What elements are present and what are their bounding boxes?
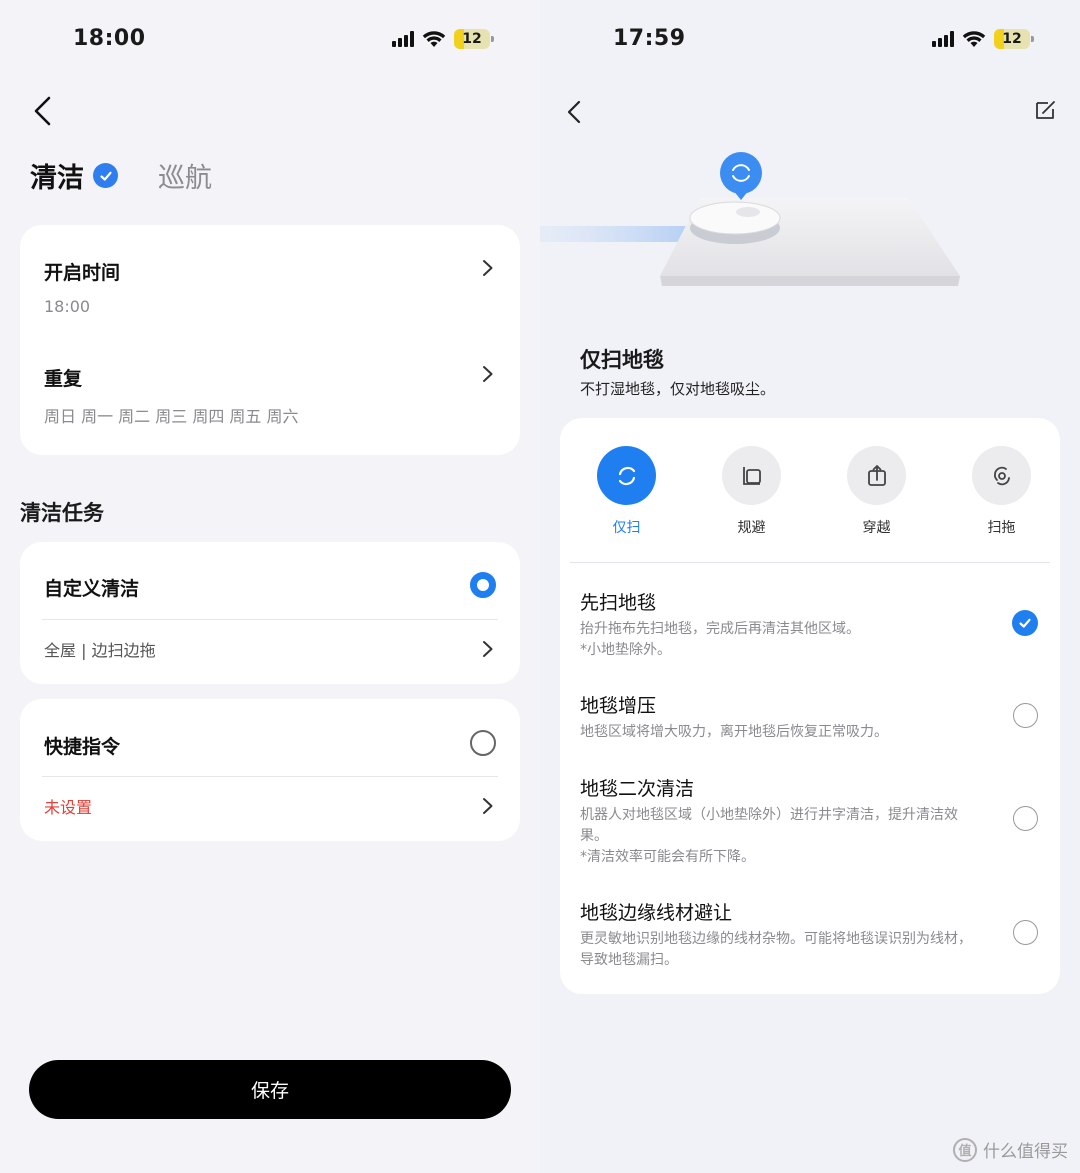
mode-tabs: 清洁 巡航 (30, 156, 212, 195)
tab-clean[interactable]: 清洁 (30, 156, 84, 195)
status-bar: 18:00 12 (0, 26, 540, 56)
mode-label: 仅扫 (612, 520, 641, 536)
option-title: 地毯增压 (580, 695, 657, 717)
chevron-right-icon (483, 366, 493, 382)
mode-label: 扫拖 (987, 520, 1016, 536)
mode-avoid[interactable]: 规避 (693, 446, 810, 537)
divider (42, 619, 498, 620)
mode-sweep-only[interactable]: 仅扫 (568, 446, 685, 537)
signal-icon (932, 31, 954, 47)
chevron-right-icon (483, 260, 493, 276)
back-icon[interactable] (564, 98, 586, 128)
start-time-value: 18:00 (44, 297, 91, 316)
option-description: 抬升拖布先扫地毯，完成后再清洁其他区域。 *小地垫除外。 (580, 621, 860, 658)
option-title: 地毯边缘线材避让 (580, 902, 733, 924)
section-title: 清洁任务 (20, 501, 104, 525)
status-time: 18:00 (73, 26, 146, 51)
status-bar: 17:59 12 (540, 26, 1080, 56)
repeat-row[interactable]: 重复 周日 周一 周二 周三 周四 周五 周六 (20, 330, 520, 455)
left-screen: 18:00 12 清洁 巡航 开启时间 18:00 重复 周日 周一 周二 周三… (0, 0, 540, 1173)
shortcut-radio[interactable] (470, 730, 496, 756)
mode-cross[interactable]: 穿越 (818, 446, 935, 537)
wifi-icon (422, 31, 446, 47)
watermark-logo-icon: 值 (953, 1137, 977, 1162)
option-radio[interactable] (1013, 703, 1038, 728)
chevron-right-icon (483, 641, 493, 657)
mode-description: 不打湿地毯，仅对地毯吸尘。 (580, 380, 776, 398)
mode-title: 仅扫地毯 (580, 348, 664, 372)
avoid-icon (722, 446, 781, 505)
mode-label: 规避 (737, 520, 766, 536)
cross-icon (847, 446, 906, 505)
sweep-mop-icon (972, 446, 1031, 505)
start-time-row[interactable]: 开启时间 18:00 (20, 225, 520, 330)
watermark: 值 什么值得买 (953, 1137, 1068, 1162)
custom-clean-label: 自定义清洁 (44, 578, 140, 600)
mode-selector: 仅扫 规避 穿越 扫拖 (560, 446, 1060, 537)
repeat-value: 周日 周一 周二 周三 周四 周五 周六 (44, 407, 299, 426)
start-time-label: 开启时间 (44, 262, 121, 284)
custom-clean-radio[interactable] (470, 572, 496, 598)
mode-label: 穿越 (862, 520, 891, 536)
option-radio[interactable] (1013, 920, 1038, 945)
option-row[interactable]: 先扫地毯 抬升拖布先扫地毯，完成后再清洁其他区域。 *小地垫除外。 (580, 588, 1040, 661)
tab-cruise[interactable]: 巡航 (158, 156, 212, 195)
option-description: 机器人对地毯区域（小地垫除外）进行井字清洁，提升清洁效果。 *清洁效率可能会有所… (580, 807, 958, 865)
divider (570, 562, 1050, 563)
wifi-icon (962, 31, 986, 47)
signal-icon (392, 31, 414, 47)
right-screen: 17:59 12 仅扫地毯 不打湿地毯，仅对地毯吸尘。 仅扫 规避 穿越 扫拖 … (540, 0, 1080, 1173)
battery-icon: 12 (994, 29, 1034, 49)
schedule-card: 开启时间 18:00 重复 周日 周一 周二 周三 周四 周五 周六 (20, 225, 520, 455)
option-description: 更灵敏地识别地毯边缘的线材杂物。可能将地毯误识别为线材，导致地毯漏扫。 (580, 931, 972, 968)
shortcut-detail[interactable]: 未设置 (44, 794, 92, 818)
watermark-text: 什么值得买 (983, 1142, 1068, 1162)
carpet-robot-illustration (540, 152, 960, 286)
repeat-label: 重复 (44, 368, 83, 390)
custom-clean-detail[interactable]: 全屋 | 边扫边拖 (44, 637, 156, 661)
carpet-options-card: 仅扫 规避 穿越 扫拖 先扫地毯 抬升拖布先扫地毯，完成后再清洁其他区域。 *小… (560, 418, 1060, 994)
option-description: 地毯区域将增大吸力，离开地毯后恢复正常吸力。 (580, 724, 888, 740)
shortcut-label: 快捷指令 (44, 736, 121, 758)
option-row[interactable]: 地毯边缘线材避让 更灵敏地识别地毯边缘的线材杂物。可能将地毯误识别为线材，导致地… (580, 898, 1040, 971)
chevron-right-icon (483, 798, 493, 814)
option-checkbox-checked[interactable] (1012, 610, 1038, 636)
shortcut-card[interactable]: 快捷指令 未设置 (20, 699, 520, 841)
option-radio[interactable] (1013, 806, 1038, 831)
check-icon (93, 163, 118, 188)
status-time: 17:59 (613, 26, 686, 51)
back-icon[interactable] (32, 96, 54, 126)
save-button[interactable]: 保存 (29, 1060, 511, 1119)
battery-icon: 12 (454, 29, 494, 49)
mode-sweep-mop[interactable]: 扫拖 (943, 446, 1060, 537)
option-row[interactable]: 地毯二次清洁 机器人对地毯区域（小地垫除外）进行井字清洁，提升清洁效果。 *清洁… (580, 774, 1040, 868)
divider (42, 776, 498, 777)
option-row[interactable]: 地毯增压 地毯区域将增大吸力，离开地毯后恢复正常吸力。 (580, 691, 1040, 743)
option-title: 先扫地毯 (580, 592, 657, 614)
custom-clean-card[interactable]: 自定义清洁 全屋 | 边扫边拖 (20, 542, 520, 684)
option-title: 地毯二次清洁 (580, 778, 695, 800)
sweep-icon (597, 446, 656, 505)
feedback-icon[interactable] (1034, 99, 1058, 121)
